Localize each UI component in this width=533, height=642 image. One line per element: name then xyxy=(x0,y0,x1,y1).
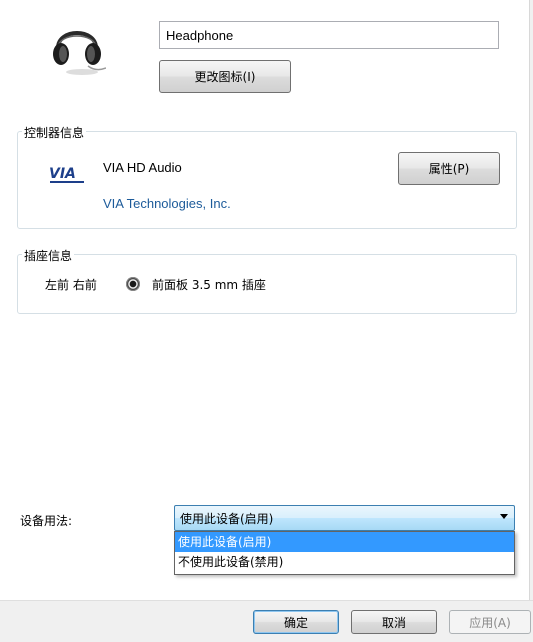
via-logo: VIA xyxy=(49,166,84,183)
apply-button[interactable]: 应用(A) xyxy=(449,610,531,634)
controller-info-legend: 控制器信息 xyxy=(22,124,87,141)
chevron-down-icon[interactable] xyxy=(500,514,508,519)
top-strip xyxy=(0,0,533,4)
jack-position: 左前 右前 xyxy=(45,278,97,292)
dropdown-option-disable[interactable]: 不使用此设备(禁用) xyxy=(175,552,514,572)
jack-connector-icon xyxy=(126,277,140,291)
controller-name: VIA HD Audio xyxy=(103,160,182,175)
via-logo-text: VIA xyxy=(49,166,76,182)
device-name-input[interactable] xyxy=(159,21,499,49)
scroll-edge xyxy=(529,0,533,600)
dropdown-option-enable[interactable]: 使用此设备(启用) xyxy=(175,532,514,552)
cancel-button[interactable]: 取消 xyxy=(351,610,437,634)
properties-button[interactable]: 属性(P) xyxy=(398,152,500,185)
change-icon-button[interactable]: 更改图标(I) xyxy=(159,60,291,93)
jack-description: 前面板 3.5 mm 插座 xyxy=(152,278,266,292)
device-usage-dropdown: 使用此设备(启用) 不使用此设备(禁用) xyxy=(174,531,515,575)
ok-button[interactable]: 确定 xyxy=(253,610,339,634)
controller-vendor-link[interactable]: VIA Technologies, Inc. xyxy=(103,196,231,211)
device-usage-selected-value: 使用此设备(启用) xyxy=(180,512,274,526)
device-usage-select[interactable]: 使用此设备(启用) xyxy=(174,505,515,531)
jack-info-legend: 插座信息 xyxy=(22,247,75,264)
device-usage-label: 设备用法: xyxy=(20,514,73,528)
headphone-icon xyxy=(53,31,106,75)
